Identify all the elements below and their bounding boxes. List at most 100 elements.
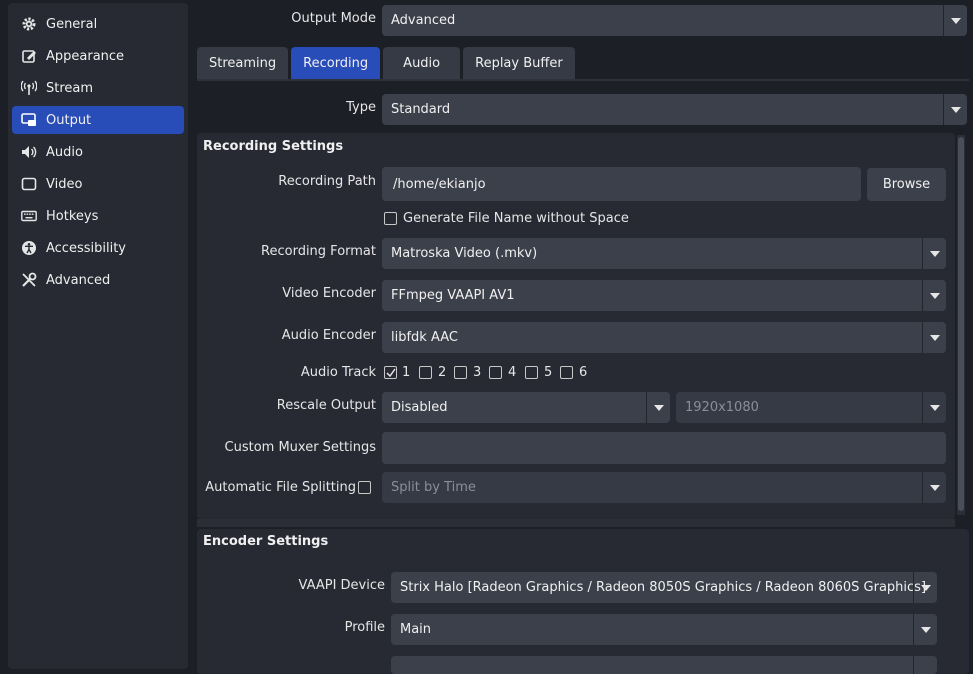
sidebar-item-output[interactable]: Output <box>12 106 184 134</box>
rescale-resolution-value: 1920x1080 <box>685 400 759 415</box>
recording-path-input[interactable]: /home/ekianjo <box>382 167 861 201</box>
output-mode-value: Advanced <box>391 13 456 28</box>
audio-track-6-label: 6 <box>579 365 588 380</box>
output-mode-select[interactable]: Advanced <box>382 5 967 36</box>
tab-replay-buffer[interactable]: Replay Buffer <box>463 47 575 79</box>
output-mode-label: Output Mode <box>291 11 376 26</box>
audio-track-3-label: 3 <box>473 365 482 380</box>
audio-encoder-value: libfdk AAC <box>391 330 458 345</box>
type-select[interactable]: Standard <box>382 94 967 125</box>
speaker-icon <box>20 143 38 161</box>
video-encoder-value: FFmpeg VAAPI AV1 <box>391 288 515 303</box>
browse-button[interactable]: Browse <box>867 168 946 201</box>
recording-format-label: Recording Format <box>261 244 376 259</box>
rescale-output-select[interactable]: Disabled <box>382 392 670 423</box>
audio-track-3-checkbox[interactable] <box>454 366 467 379</box>
tab-divider <box>197 79 969 81</box>
next-setting-select[interactable] <box>391 656 937 674</box>
recording-scroll-thumb[interactable] <box>958 137 964 511</box>
chevron-down-icon <box>922 280 946 311</box>
audio-track-4-checkbox[interactable] <box>489 366 502 379</box>
chevron-down-icon <box>913 572 937 603</box>
keyboard-icon <box>20 207 38 225</box>
output-tabs: Streaming Recording Audio Replay Buffer <box>197 47 578 79</box>
recording-format-select[interactable]: Matroska Video (.mkv) <box>382 238 946 269</box>
type-label: Type <box>346 100 376 115</box>
profile-label: Profile <box>344 620 385 635</box>
accessibility-icon <box>20 239 38 257</box>
sidebar-item-label: Stream <box>46 80 94 96</box>
audio-track-4-label: 4 <box>508 365 517 380</box>
custom-muxer-label: Custom Muxer Settings <box>224 440 376 455</box>
chevron-down-icon <box>922 472 946 503</box>
recording-format-value: Matroska Video (.mkv) <box>391 246 538 261</box>
sidebar-item-label: Hotkeys <box>46 208 99 224</box>
sidebar-item-stream[interactable]: Stream <box>12 74 184 102</box>
sidebar-item-label: Audio <box>46 144 83 160</box>
output-settings-panel: Output Mode Advanced Streaming Recording… <box>197 0 973 674</box>
encoder-settings-title: Encoder Settings <box>203 534 329 549</box>
audio-track-6-checkbox[interactable] <box>560 366 573 379</box>
wrench-icon <box>20 271 38 289</box>
type-value: Standard <box>391 102 451 117</box>
output-icon <box>20 111 38 129</box>
sidebar-item-label: Output <box>46 112 92 128</box>
sidebar-item-video[interactable]: Video <box>12 170 184 198</box>
rescale-resolution-select[interactable]: 1920x1080 <box>676 392 946 423</box>
broadcast-icon <box>20 79 38 97</box>
profile-select[interactable]: Main <box>391 614 937 645</box>
sidebar-item-label: General <box>46 16 98 32</box>
generate-filename-checkbox[interactable] <box>384 212 397 225</box>
sidebar-item-accessibility[interactable]: Accessibility <box>12 234 184 262</box>
audio-track-5-label: 5 <box>544 365 553 380</box>
sidebar-item-label: Advanced <box>46 272 111 288</box>
tab-recording[interactable]: Recording <box>291 47 381 79</box>
auto-file-splitting-checkbox[interactable] <box>358 481 371 494</box>
monitor-icon <box>20 175 38 193</box>
rescale-output-label: Rescale Output <box>276 398 376 413</box>
audio-track-label: Audio Track <box>300 365 376 380</box>
sidebar-item-advanced[interactable]: Advanced <box>12 266 184 294</box>
auto-file-splitting-label: Automatic File Splitting <box>205 480 356 495</box>
recording-path-label: Recording Path <box>278 174 376 189</box>
chevron-down-icon <box>646 392 670 423</box>
tab-streaming[interactable]: Streaming <box>197 47 289 79</box>
sidebar-item-hotkeys[interactable]: Hotkeys <box>12 202 184 230</box>
sidebar-item-audio[interactable]: Audio <box>12 138 184 166</box>
sidebar-item-label: Appearance <box>46 48 125 64</box>
chevron-down-icon <box>922 238 946 269</box>
audio-track-2-checkbox[interactable] <box>419 366 432 379</box>
generate-filename-label: Generate File Name without Space <box>403 211 629 226</box>
audio-track-1-label: 1 <box>402 365 411 380</box>
checkmark-icon <box>385 368 396 377</box>
video-encoder-select[interactable]: FFmpeg VAAPI AV1 <box>382 280 946 311</box>
sidebar-item-label: Video <box>46 176 83 192</box>
settings-sidebar: General Appearance Stream Output Audio V… <box>8 3 188 669</box>
palette-icon <box>20 47 38 65</box>
gear-icon <box>20 15 38 33</box>
chevron-down-icon <box>913 656 937 674</box>
chevron-down-icon <box>943 5 967 36</box>
custom-muxer-input[interactable] <box>382 432 946 464</box>
chevron-down-icon <box>922 322 946 353</box>
vaapi-device-label: VAAPI Device <box>298 578 385 593</box>
audio-track-5-checkbox[interactable] <box>525 366 538 379</box>
horizontal-scrollbar[interactable] <box>197 519 955 527</box>
audio-track-1-checkbox[interactable] <box>384 366 397 379</box>
profile-value: Main <box>400 622 432 637</box>
sidebar-item-general[interactable]: General <box>12 10 184 38</box>
audio-encoder-select[interactable]: libfdk AAC <box>382 322 946 353</box>
rescale-output-value: Disabled <box>391 400 448 415</box>
video-encoder-label: Video Encoder <box>282 286 376 301</box>
audio-encoder-label: Audio Encoder <box>281 328 376 343</box>
split-mode-select[interactable]: Split by Time <box>382 472 946 503</box>
sidebar-item-label: Accessibility <box>46 240 126 256</box>
tab-audio[interactable]: Audio <box>383 47 461 79</box>
sidebar-item-appearance[interactable]: Appearance <box>12 42 184 70</box>
vaapi-device-select[interactable]: Strix Halo [Radeon Graphics / Radeon 805… <box>391 572 937 603</box>
chevron-down-icon <box>943 94 967 125</box>
chevron-down-icon <box>913 614 937 645</box>
chevron-down-icon <box>922 392 946 423</box>
vaapi-device-value: Strix Halo [Radeon Graphics / Radeon 805… <box>400 580 927 595</box>
recording-settings-title: Recording Settings <box>203 139 344 154</box>
